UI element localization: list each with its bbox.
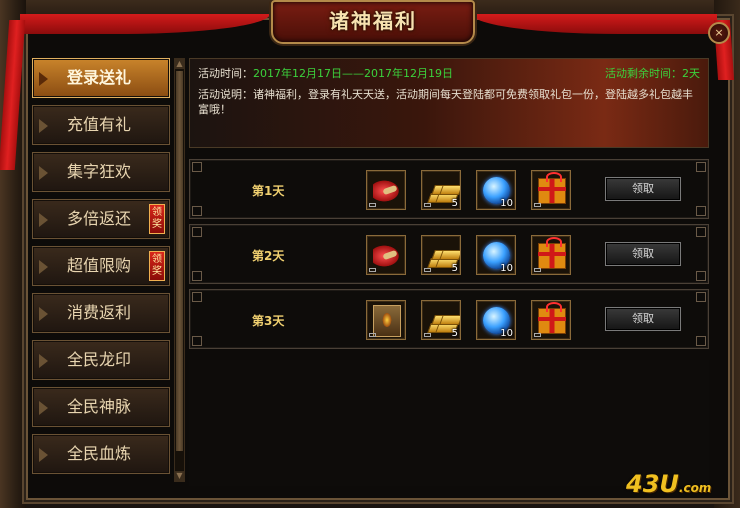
arrow-icon [39, 72, 48, 86]
bound-lock-icon [534, 268, 541, 272]
sidebar-item-3[interactable]: 多倍返还 领奖 [32, 199, 170, 239]
claim-button[interactable]: 领取 [605, 242, 681, 266]
reward-item-slot[interactable]: 10 [476, 300, 516, 340]
scroll-icon [373, 305, 401, 337]
reward-row: 第1天 5 10 领取 [189, 159, 709, 219]
sidebar-item-label: 全民血炼 [67, 444, 132, 463]
bound-lock-icon [424, 268, 431, 272]
reward-row: 第2天 5 10 领取 [189, 224, 709, 284]
item-count: 10 [500, 198, 513, 209]
reward-item-slot[interactable]: 5 [421, 235, 461, 275]
frame-corner [696, 227, 706, 237]
sidebar-item-1[interactable]: 充值有礼 [32, 105, 170, 145]
bound-lock-icon [424, 203, 431, 207]
sidebar-item-label: 全民龙印 [67, 350, 132, 369]
reward-row: 第3天 5 10 领取 [189, 289, 709, 349]
arrow-icon [39, 401, 48, 415]
remaining-time: 活动剩余时间：2天 [605, 67, 700, 80]
reward-item-slot[interactable]: 10 [476, 170, 516, 210]
frame-corner [192, 336, 202, 346]
empty-list-area [189, 360, 709, 486]
arrow-icon [39, 260, 48, 274]
event-info-banner: 活动时间：2017年12月17日——2017年12月19日 活动剩余时间：2天 … [189, 58, 709, 148]
arrow-icon [39, 213, 48, 227]
frame-corner [696, 162, 706, 172]
day-label: 第2天 [252, 249, 285, 263]
sidebar-item-4[interactable]: 超值限购 领奖 [32, 246, 170, 286]
item-count: 10 [500, 328, 513, 339]
site-watermark-logo: 43U.com [626, 470, 712, 498]
sidebar-item-label: 充值有礼 [67, 115, 132, 134]
sidebar-scrollbar[interactable]: ▲ ▼ [174, 58, 185, 482]
arrow-icon [39, 448, 48, 462]
item-count: 10 [500, 263, 513, 274]
scroll-thumb[interactable] [176, 71, 183, 451]
frame-corner [192, 206, 202, 216]
window-title: 诸神福利 [271, 0, 475, 44]
item-count: 5 [451, 263, 458, 274]
gift-icon [538, 172, 566, 204]
bound-lock-icon [424, 333, 431, 337]
frame-corner [696, 271, 706, 281]
event-description: 活动说明：诸神福利，登录有礼天天送，活动期间每天登陆都可免费领取礼包一份，登陆越… [198, 88, 693, 116]
sidebar-item-6[interactable]: 全民龙印 [32, 340, 170, 380]
bound-lock-icon [369, 203, 376, 207]
bound-lock-icon [369, 268, 376, 272]
reward-item-slot[interactable] [366, 235, 406, 275]
frame-corner [696, 336, 706, 346]
claim-button[interactable]: 领取 [605, 177, 681, 201]
reward-item-slot[interactable]: 10 [476, 235, 516, 275]
gift-icon [538, 237, 566, 269]
reward-list: 第1天 5 10 领取 第2天 5 10 领取 第3天 5 10 领取 [189, 159, 709, 354]
horn-icon [373, 244, 401, 268]
sidebar-item-label: 集字狂欢 [67, 162, 132, 181]
frame-corner [192, 271, 202, 281]
arrow-icon [39, 166, 48, 180]
sidebar-item-8[interactable]: 全民血炼 [32, 434, 170, 474]
bound-lock-icon [369, 333, 376, 337]
sidebar-item-0[interactable]: 登录送礼 [32, 58, 170, 98]
day-label: 第3天 [252, 314, 285, 328]
sidebar-item-label: 消费返利 [67, 303, 132, 322]
reward-item-slot[interactable] [366, 170, 406, 210]
horn-icon [373, 179, 401, 203]
item-count: 5 [451, 198, 458, 209]
gift-icon [538, 302, 566, 334]
frame-corner [192, 292, 202, 302]
sidebar-item-2[interactable]: 集字狂欢 [32, 152, 170, 192]
reward-item-slot[interactable]: 5 [421, 300, 461, 340]
reward-item-slot[interactable] [531, 300, 571, 340]
sidebar-item-label: 全民神脉 [67, 397, 132, 416]
arrow-icon [39, 119, 48, 133]
reward-badge: 领奖 [149, 204, 165, 234]
reward-item-slot[interactable] [531, 235, 571, 275]
reward-item-slot[interactable]: 5 [421, 170, 461, 210]
reward-item-slot[interactable] [366, 300, 406, 340]
frame-corner [696, 206, 706, 216]
bound-lock-icon [534, 333, 541, 337]
reward-badge: 领奖 [149, 251, 165, 281]
scroll-down-arrow-icon[interactable]: ▼ [175, 471, 184, 481]
frame-corner [696, 292, 706, 302]
sidebar-item-label: 超值限购 [67, 256, 132, 275]
item-count: 5 [451, 328, 458, 339]
arrow-icon [39, 307, 48, 321]
scroll-up-arrow-icon[interactable]: ▲ [175, 59, 184, 69]
frame-corner [192, 227, 202, 237]
sidebar-item-label: 多倍返还 [67, 209, 132, 228]
sidebar: 登录送礼 充值有礼 集字狂欢 多倍返还 领奖 超值限购 领奖 消费返利 全民龙印 全民神脉 全民血炼 [32, 58, 172, 488]
close-button[interactable]: × [708, 22, 730, 44]
sidebar-item-label: 登录送礼 [67, 68, 132, 87]
day-label: 第1天 [252, 184, 285, 198]
arrow-icon [39, 354, 48, 368]
frame-corner [192, 162, 202, 172]
sidebar-item-7[interactable]: 全民神脉 [32, 387, 170, 427]
bound-lock-icon [534, 203, 541, 207]
sidebar-item-5[interactable]: 消费返利 [32, 293, 170, 333]
reward-item-slot[interactable] [531, 170, 571, 210]
event-time: 活动时间：2017年12月17日——2017年12月19日 [198, 67, 453, 80]
claim-button[interactable]: 领取 [605, 307, 681, 331]
